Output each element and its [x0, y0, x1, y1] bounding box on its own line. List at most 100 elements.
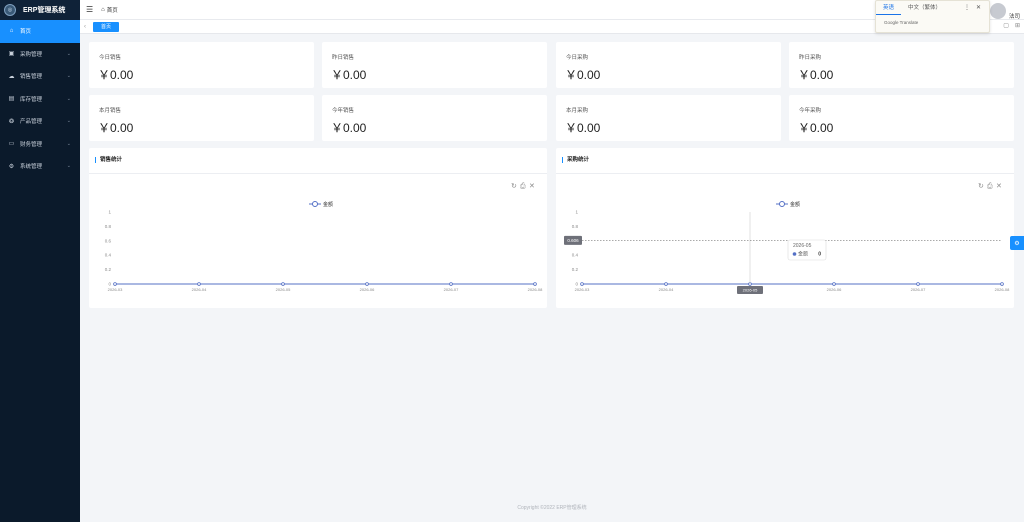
y-tick-label: 1: [575, 210, 578, 215]
refresh-icon[interactable]: ▢: [1003, 22, 1009, 29]
footer: Copyright ©2022 ERP管理系统: [517, 505, 587, 511]
x-tick-label: 2026-05: [276, 287, 291, 292]
translate-popup: 英语 中文（繁体） ⋮ ✕ Google Translate: [875, 0, 990, 33]
logo-icon: ◎: [4, 4, 16, 16]
purchase-chart-panel: 采购统计 ↻⎙✕金额00.20.40.60.812026-032026-0420…: [556, 148, 1014, 308]
sidebar-item-home[interactable]: ⌂ 首页: [0, 20, 80, 43]
translate-tab-chinese[interactable]: 中文（繁体）: [901, 1, 948, 15]
sidebar-item-product[interactable]: ❂ 产品管理 ⌄: [0, 110, 80, 133]
data-point: [365, 282, 369, 286]
sidebar-item-sales[interactable]: ☁ 销售管理 ⌄: [0, 65, 80, 88]
chevron-left-icon[interactable]: ‹: [84, 24, 86, 30]
stat-value: ￥0.00: [565, 68, 601, 82]
stat-label: 本月销售: [99, 108, 122, 114]
x-tick-label: 2026-08: [995, 287, 1010, 292]
sidebar-item-label: 销售管理: [20, 74, 43, 81]
legend-label: 金额: [323, 201, 333, 208]
tooltip-series: 金额: [798, 251, 808, 258]
menu-toggle-icon[interactable]: ☰: [86, 5, 93, 14]
y-tick-label: 0.4: [572, 253, 579, 258]
crosshair-x-label: 2026-05: [743, 288, 758, 293]
logo: ◎ ERP管理系统: [0, 0, 80, 20]
data-point: [832, 282, 836, 286]
sidebar: ◎ ERP管理系统 ⌂ 首页 ▣ 采购管理 ⌄ ☁ 销售管理 ⌄ ▤ 库存管理 ⌄ ❂ 产品管…: [0, 0, 80, 522]
toolbox-icon: ↻: [978, 182, 984, 190]
purchase-icon: ▣: [8, 51, 15, 58]
settings-float-button[interactable]: ⚙: [1010, 236, 1024, 250]
panel-title: 采购统计: [562, 157, 589, 163]
stat-label: 昨日销售: [332, 55, 355, 61]
stat-value: ￥0.00: [565, 121, 601, 135]
sidebar-menu: ⌂ 首页 ▣ 采购管理 ⌄ ☁ 销售管理 ⌄ ▤ 库存管理 ⌄ ❂ 产品管理 ⌄ ▭ 财务管理 ⌄ ⚙…: [0, 20, 80, 178]
x-tick-label: 2026-07: [911, 287, 926, 292]
tooltip-marker: [792, 252, 797, 256]
x-tick-label: 2026-03: [108, 287, 123, 292]
y-tick-label: 0: [108, 282, 111, 287]
y-tick-label: 0.8: [572, 224, 579, 229]
chevron-down-icon: ⌄: [66, 118, 71, 125]
chevron-down-icon: ⌄: [66, 163, 71, 170]
avatar[interactable]: [989, 3, 1006, 19]
data-point: [1000, 282, 1004, 286]
x-tick-label: 2026-04: [659, 287, 674, 292]
user-name[interactable]: 法司: [1009, 12, 1020, 20]
stat-label: 今年采购: [799, 108, 822, 114]
y-tick-label: 0.4: [105, 253, 112, 258]
toolbox-icon: ⎙: [987, 182, 993, 190]
stat-card: 今日销售 ￥0.00: [89, 42, 314, 88]
finance-icon: ▭: [8, 141, 15, 148]
x-tick-label: 2026-06: [827, 287, 842, 292]
toolbox-icon: ⎙: [520, 182, 526, 190]
y-tick-label: 0.8: [105, 224, 112, 229]
y-tick-label: 0.6: [105, 238, 112, 243]
fullscreen-icon[interactable]: ⊞: [1015, 22, 1020, 29]
sidebar-item-inventory[interactable]: ▤ 库存管理 ⌄: [0, 88, 80, 111]
sidebar-item-settings[interactable]: ⚙ 系统管理 ⌄: [0, 155, 80, 178]
y-tick-label: 1: [108, 210, 111, 215]
translate-tab-english[interactable]: 英语: [876, 1, 902, 15]
more-icon[interactable]: ⋮: [964, 4, 970, 11]
tooltip-value: 0: [818, 252, 821, 258]
breadcrumb-item[interactable]: 首页: [107, 6, 118, 14]
chevron-down-icon: ⌄: [66, 95, 71, 102]
sidebar-item-label: 库存管理: [20, 96, 43, 103]
data-point: [197, 282, 201, 286]
sales-chart: ↻ ⎙ ✕ 金额 0 0.2 0.4 0.6 0.8 1 2026-03 2026-04 2026-05…: [105, 182, 543, 292]
x-tick-label: 2026-08: [528, 287, 543, 292]
tooltip-title: 2026-05: [793, 243, 812, 249]
data-point: [664, 282, 668, 286]
toolbox-icon: ✕: [996, 182, 1002, 190]
tab-home[interactable]: 首页: [93, 21, 120, 32]
legend-label: 金额: [790, 201, 800, 208]
sidebar-item-purchase[interactable]: ▣ 采购管理 ⌄: [0, 43, 80, 66]
close-icon[interactable]: ✕: [976, 4, 981, 11]
stat-value: ￥0.00: [331, 121, 367, 135]
x-tick-label: 2026-07: [444, 287, 459, 292]
stat-value: ￥0.00: [98, 68, 134, 82]
chevron-down-icon: ⌄: [66, 50, 71, 57]
sales-chart-panel: 销售统计 ↻ ⎙ ✕ 金额 0 0.2 0.4 0.6 0.8 1 2026-03 2026-04 20…: [89, 148, 547, 308]
stat-label: 本月采购: [566, 108, 589, 114]
chevron-down-icon: ⌄: [66, 73, 71, 80]
stat-card: 今年采购 ￥0.00: [789, 95, 1014, 141]
stat-label: 昨日采购: [799, 55, 822, 61]
stat-value: ￥0.00: [798, 121, 834, 135]
panel-title: 销售统计: [95, 157, 122, 163]
stat-card: 昨日采购 ￥0.00: [789, 42, 1014, 88]
purchase-chart: ↻⎙✕金额00.20.40.60.812026-032026-042026-05…: [564, 182, 1010, 294]
sidebar-item-finance[interactable]: ▭ 财务管理 ⌄: [0, 133, 80, 156]
stat-label: 今年销售: [332, 108, 355, 114]
settings-icon: ⚙: [8, 163, 15, 170]
sidebar-item-label: 首页: [20, 29, 32, 36]
data-point: [113, 282, 117, 286]
crosshair-y-label: 0.606: [567, 238, 579, 243]
inventory-icon: ▤: [8, 96, 15, 103]
breadcrumb: ⌂ 首页: [101, 6, 118, 14]
x-tick-label: 2026-06: [360, 287, 375, 292]
x-tick-label: 2026-04: [192, 287, 207, 292]
legend-marker: [779, 201, 785, 207]
data-point: [916, 282, 920, 286]
y-tick-label: 0.2: [105, 267, 112, 272]
toolbox-icon: ✕: [529, 182, 535, 190]
user-menu[interactable]: 法司: [989, 2, 1020, 20]
